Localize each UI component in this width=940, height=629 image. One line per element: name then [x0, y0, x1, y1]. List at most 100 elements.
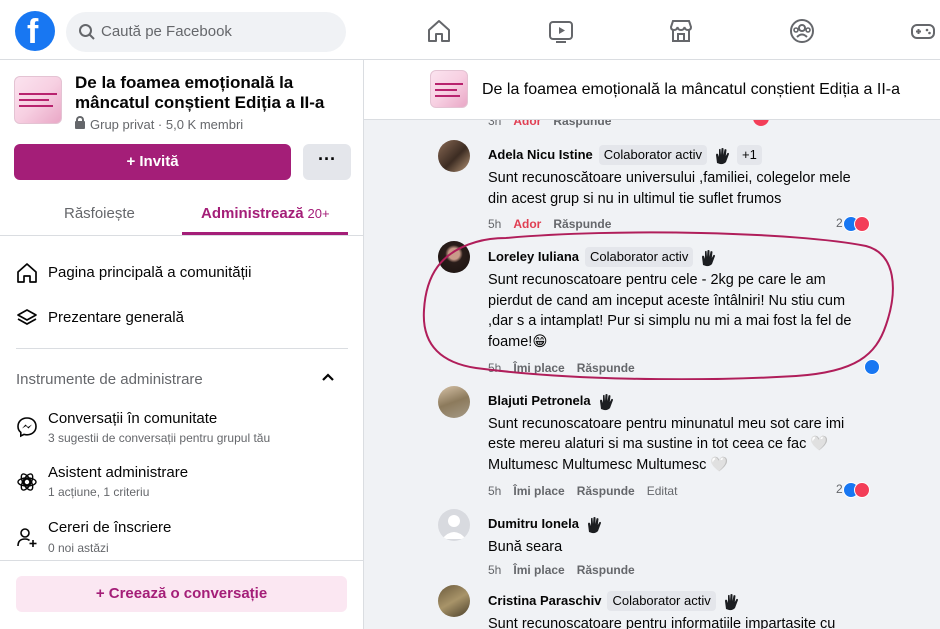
avatar[interactable]: [438, 585, 470, 617]
react-button[interactable]: Ador: [513, 120, 541, 128]
comment-author[interactable]: Dumitru Ionela: [488, 516, 579, 531]
plus-icon: +: [126, 153, 140, 170]
divider: [0, 235, 364, 236]
plus-icon: +: [95, 585, 109, 602]
comment-bubble: Adela Nicu Istine Colaborator activ +1 Sun…: [476, 137, 884, 217]
add-person-icon: [17, 528, 37, 547]
facebook-logo[interactable]: f: [15, 11, 55, 51]
reply-button[interactable]: Răspunde: [553, 217, 611, 231]
waving-hand-icon: [599, 393, 613, 410]
love-reaction-icon: [753, 120, 769, 126]
tab-admin[interactable]: Administrează 20+: [201, 205, 330, 222]
reply-button[interactable]: Răspunde: [577, 484, 635, 498]
invite-label: Invită: [139, 153, 179, 170]
group-admin-sidebar: De la foamea emoțională la mâncatul conș…: [0, 60, 364, 629]
admin-tools-title[interactable]: Instrumente de administrare: [16, 371, 203, 388]
group-header-title[interactable]: De la foamea emoțională la mâncatul conș…: [482, 81, 900, 99]
comment-time[interactable]: 5h: [488, 217, 501, 231]
admin-assist-icon: [17, 473, 37, 491]
search-placeholder: Caută pe Facebook: [101, 23, 232, 40]
reply-button[interactable]: Răspunde: [553, 120, 611, 128]
home-icon: [17, 263, 37, 283]
invite-button[interactable]: + Invită: [14, 144, 291, 180]
search-icon: [79, 24, 95, 40]
menu-item-overview[interactable]: Prezentare generală: [0, 305, 350, 335]
comment-text: Sunt recunoscatoare pentru minunatul meu…: [488, 415, 845, 473]
divider: [16, 348, 348, 349]
comment-time[interactable]: 5h: [488, 563, 501, 577]
menu-item-member-requests[interactable]: Cereri de înscriere 0 noi astăzi: [0, 517, 350, 557]
more-options-button[interactable]: ···: [303, 144, 351, 180]
home-icon[interactable]: [426, 18, 452, 44]
status-badge: Colaborator activ: [607, 591, 716, 611]
comment-bubble: Dumitru Ionela Bună seara: [476, 507, 618, 566]
groups-icon[interactable]: [789, 18, 815, 44]
avatar[interactable]: [438, 509, 470, 541]
comment-bubble: Blajuti Petronela Sunt recunoscatoare pe…: [476, 384, 884, 484]
like-button[interactable]: Îmi place: [513, 563, 564, 577]
react-button[interactable]: Ador: [513, 217, 541, 231]
create-conversation-button[interactable]: + Creează o conversație: [16, 576, 347, 612]
avatar[interactable]: [438, 140, 470, 172]
group-cover-thumbnail[interactable]: [14, 76, 62, 124]
menu-item-community-chats[interactable]: Conversații în comunitate 3 sugestii de …: [0, 408, 350, 448]
reply-button[interactable]: Răspunde: [577, 563, 635, 577]
layers-icon: [17, 309, 37, 325]
status-badge: Colaborator activ: [598, 145, 708, 165]
divider: [0, 560, 364, 561]
love-reaction-icon: [853, 482, 870, 498]
comment-time[interactable]: 3h: [488, 120, 501, 128]
marketplace-icon[interactable]: [668, 18, 694, 44]
messenger-icon: [17, 417, 37, 438]
edited-label[interactable]: Editat: [647, 484, 678, 498]
menu-label: Asistent administrare: [48, 464, 189, 481]
reaction-count: 2: [836, 482, 843, 497]
avatar[interactable]: [438, 386, 470, 418]
group-name[interactable]: De la foamea emoțională la mâncatul conș…: [75, 73, 345, 113]
comment-text: Bună seara: [488, 538, 563, 555]
tab-admin-count: 20+: [307, 206, 330, 221]
gaming-icon[interactable]: [910, 18, 936, 44]
tab-browse[interactable]: Răsfoiește: [64, 205, 135, 222]
group-privacy: Grup privat: [90, 117, 155, 132]
comment-actions: 5h Ador Răspunde: [488, 217, 623, 231]
create-conversation-label: Creează o conversație: [108, 585, 268, 602]
waving-hand-icon: [588, 516, 602, 533]
highlight-circle-annotation: [422, 231, 894, 380]
comment-author[interactable]: Cristina Paraschiv: [488, 593, 601, 608]
reaction-count: 2: [836, 216, 843, 231]
waving-hand-icon: [724, 593, 738, 610]
waving-hand-icon: [716, 147, 730, 164]
video-icon[interactable]: [548, 18, 574, 44]
group-meta: Grup privat · 5,0 K membri: [75, 116, 243, 132]
comment-actions: 5h Îmi place Răspunde: [488, 563, 647, 577]
comment-author[interactable]: Blajuti Petronela: [488, 393, 591, 408]
default-avatar-icon: [442, 515, 466, 539]
chevron-up-icon[interactable]: [320, 369, 336, 385]
menu-sublabel: 0 noi astăzi: [48, 541, 109, 555]
menu-sublabel: 1 acțiune, 1 criteriu: [48, 485, 150, 499]
menu-label: Cereri de înscriere: [48, 519, 172, 536]
menu-label: Pagina principală a comunității: [48, 264, 252, 281]
badge-more-count: +1: [737, 145, 762, 165]
menu-item-community-home[interactable]: Pagina principală a comunității: [0, 260, 350, 290]
group-members[interactable]: 5,0 K membri: [166, 117, 243, 132]
comments-feed: 3h Ador Răspunde Adela Nicu Istine Colabora…: [364, 120, 940, 629]
lock-icon: [75, 116, 85, 129]
like-button[interactable]: Îmi place: [513, 484, 564, 498]
comment-actions: 3h Ador Răspunde: [488, 120, 623, 128]
menu-label: Prezentare generală: [48, 309, 184, 326]
menu-item-admin-assist[interactable]: Asistent administrare 1 acțiune, 1 crite…: [0, 462, 350, 502]
group-cover-thumbnail[interactable]: [430, 70, 468, 108]
comment-actions: 5h Îmi place Răspunde Editat: [488, 484, 689, 498]
comment-author[interactable]: Adela Nicu Istine: [488, 147, 593, 162]
reaction-summary[interactable]: 2: [836, 482, 870, 498]
search-box[interactable]: Caută pe Facebook: [66, 12, 346, 52]
top-navigation-bar: f Caută pe Facebook: [0, 0, 940, 60]
comment-text: Sunt recunoscatoare pentru informatiile …: [488, 616, 836, 629]
menu-sublabel: 3 sugestii de conversații pentru grupul …: [48, 431, 271, 445]
comment-time[interactable]: 5h: [488, 484, 501, 498]
comment-bubble: Cristina Paraschiv Colaborator activ Sunt…: [476, 583, 884, 629]
comment-text: Sunt recunoscătoare universului ,familie…: [488, 170, 851, 207]
menu-label: Conversații în comunitate: [48, 410, 218, 427]
